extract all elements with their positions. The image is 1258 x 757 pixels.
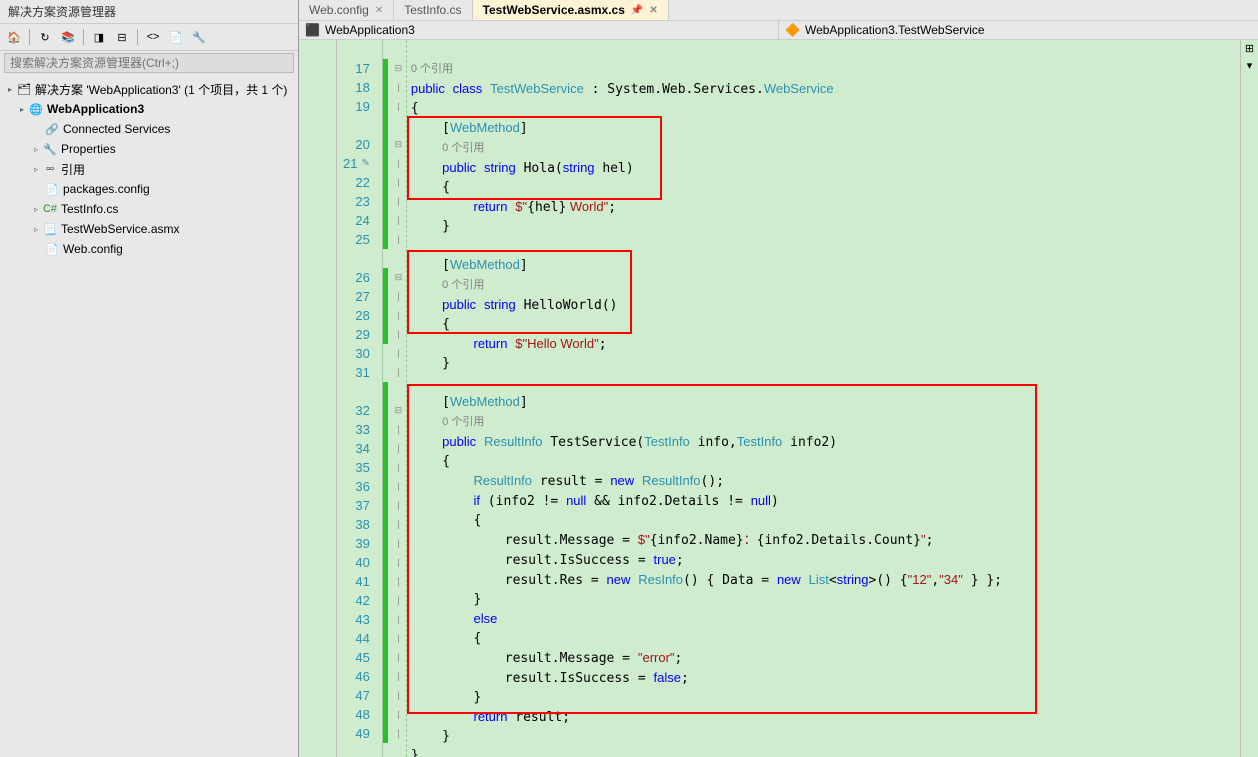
brush-icon[interactable]: ✎ xyxy=(361,154,369,173)
csharp-icon: ⬛ xyxy=(305,23,320,37)
solution-explorer: 解决方案资源管理器 🏠 ↻ 📚 ◨ ⊟ <> 📄 🔧 ▸ 🗂 解决方案 'Web… xyxy=(0,0,299,757)
highlight-box-2 xyxy=(407,250,632,334)
node-label: Connected Services xyxy=(63,122,170,136)
node-label: Web.config xyxy=(63,242,123,256)
search-box xyxy=(0,51,298,75)
tab-label: TestInfo.cs xyxy=(404,3,461,17)
nav-label: WebApplication3.TestWebService xyxy=(805,23,985,37)
solution-tree: ▸ 🗂 解决方案 'WebApplication3' (1 个项目，共 1 个)… xyxy=(0,75,298,757)
code-text[interactable]: 0 个引用 public class TestWebService : Syst… xyxy=(407,40,1240,757)
search-input[interactable] xyxy=(4,53,294,73)
expand-icon[interactable]: ▹ xyxy=(30,225,42,234)
expand-icon[interactable]: ▸ xyxy=(4,85,16,94)
collapse-icon[interactable]: ⊟ xyxy=(112,27,132,47)
home-icon[interactable]: 🏠 xyxy=(4,27,24,47)
nav-type[interactable]: 🔶 WebApplication3.TestWebService xyxy=(779,21,1258,39)
node-label: TestWebService.asmx xyxy=(61,222,179,236)
tab-testinfo[interactable]: TestInfo.cs xyxy=(394,0,472,20)
solution-icon: 🗂 xyxy=(16,81,32,97)
tab-label: TestWebService.asmx.cs xyxy=(483,3,625,17)
config-icon: 📄 xyxy=(44,241,60,257)
nav-bar: ⬛ WebApplication3 🔶 WebApplication3.Test… xyxy=(299,21,1258,40)
code-icon[interactable]: <> xyxy=(143,27,163,47)
csharp-icon: C# xyxy=(42,201,58,217)
wrench-icon: 🔧 xyxy=(42,141,58,157)
document-tabs: Web.config ✕ TestInfo.cs TestWebService.… xyxy=(299,0,1258,21)
tree-item[interactable]: 📄 Web.config xyxy=(0,239,298,259)
reference-icon: ▫▫ xyxy=(42,161,58,177)
expand-icon[interactable]: ▹ xyxy=(30,165,42,174)
project-icon: 🌐 xyxy=(28,101,44,117)
stack-icon[interactable]: 📚 xyxy=(58,27,78,47)
editor-main: Web.config ✕ TestInfo.cs TestWebService.… xyxy=(299,0,1258,757)
asmx-icon: 📃 xyxy=(42,221,58,237)
tree-item[interactable]: 📄 packages.config xyxy=(0,179,298,199)
expand-icon[interactable]: ▹ xyxy=(30,205,42,214)
node-label: packages.config xyxy=(63,182,150,196)
collapse-gutter[interactable]: ⊟|| ⊟||||| ⊟||||| ⊟||||||||||||||||| xyxy=(391,40,407,757)
nav-label: WebApplication3 xyxy=(325,23,415,37)
expand-icon[interactable]: ▸ xyxy=(16,105,28,114)
node-label: 引用 xyxy=(61,161,85,178)
tree-item[interactable]: ▹ C# TestInfo.cs xyxy=(0,199,298,219)
expand-icon[interactable]: ▹ xyxy=(30,145,42,154)
properties-icon[interactable]: 🔧 xyxy=(189,27,209,47)
node-label: TestInfo.cs xyxy=(61,202,118,216)
highlight-box-1 xyxy=(407,116,662,200)
right-gutter: ⊞ ▾ xyxy=(1240,40,1258,757)
filter-icon[interactable]: ◨ xyxy=(89,27,109,47)
project-node[interactable]: ▸ 🌐 WebApplication3 xyxy=(0,99,298,119)
config-icon: 📄 xyxy=(44,181,60,197)
line-numbers: 171819 20 21 ✎ 22232425 262728293031 323… xyxy=(337,40,383,757)
solution-toolbar: 🏠 ↻ 📚 ◨ ⊟ <> 📄 🔧 xyxy=(0,24,298,51)
node-label: WebApplication3 xyxy=(47,102,144,116)
close-icon[interactable]: ✕ xyxy=(649,5,657,16)
pin-icon[interactable]: 📌 xyxy=(631,5,643,16)
panel-title: 解决方案资源管理器 xyxy=(0,0,298,24)
showall-icon[interactable]: 📄 xyxy=(166,27,186,47)
tab-active[interactable]: TestWebService.asmx.cs 📌 ✕ xyxy=(473,0,669,20)
outline-gutter xyxy=(299,40,337,757)
refresh-icon[interactable]: ↻ xyxy=(35,27,55,47)
nav-project[interactable]: ⬛ WebApplication3 xyxy=(299,21,779,39)
tree-item[interactable]: ▹ 📃 TestWebService.asmx xyxy=(0,219,298,239)
solution-node[interactable]: ▸ 🗂 解决方案 'WebApplication3' (1 个项目，共 1 个) xyxy=(0,79,298,99)
close-icon[interactable]: ✕ xyxy=(375,5,383,16)
tree-item[interactable]: ▹ 🔧 Properties xyxy=(0,139,298,159)
split-icon[interactable]: ⊞ xyxy=(1245,42,1254,55)
tab-webconfig[interactable]: Web.config ✕ xyxy=(299,0,394,20)
tab-label: Web.config xyxy=(309,3,369,17)
tree-item[interactable]: 🔗 Connected Services xyxy=(0,119,298,139)
change-indicator xyxy=(383,40,391,757)
connected-icon: 🔗 xyxy=(44,121,60,137)
node-label: 解决方案 'WebApplication3' (1 个项目，共 1 个) xyxy=(35,81,287,98)
nav-icon[interactable]: ▾ xyxy=(1247,59,1253,72)
code-editor[interactable]: 171819 20 21 ✎ 22232425 262728293031 323… xyxy=(299,40,1258,757)
node-label: Properties xyxy=(61,142,116,156)
class-icon: 🔶 xyxy=(785,23,800,37)
tree-item[interactable]: ▹ ▫▫ 引用 xyxy=(0,159,298,179)
